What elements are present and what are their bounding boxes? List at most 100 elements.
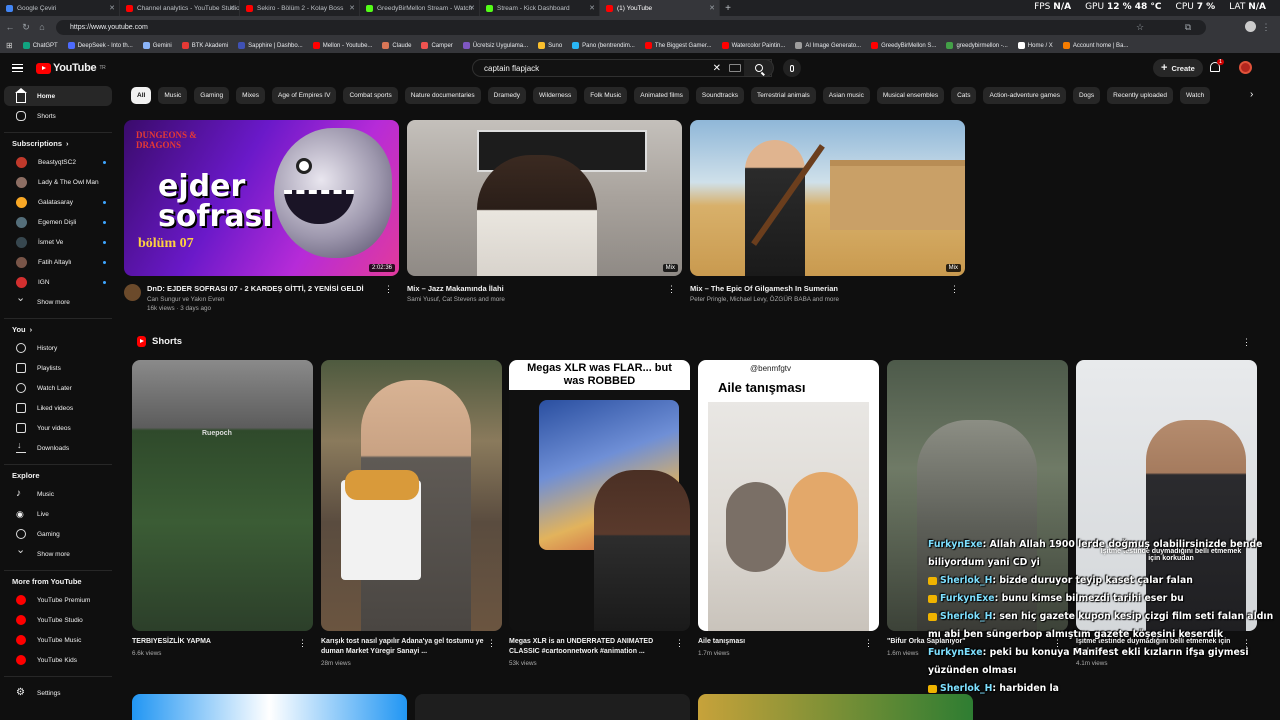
video-title[interactable]: Mix – The Epic Of Gilgamesh In Sumerian <box>690 284 839 294</box>
sidebar-item-youtube-studio[interactable]: YouTube Studio <box>4 610 112 630</box>
sidebar-item-youtube-kids[interactable]: YouTube Kids <box>4 650 112 670</box>
show-more-explore[interactable]: Show more <box>4 543 112 564</box>
sidebar-item-subscription[interactable]: Galatasaray <box>4 192 112 212</box>
short-thumbnail[interactable]: Ruepoch <box>132 360 313 631</box>
subscriptions-heading[interactable]: Subscriptions › <box>0 139 116 148</box>
chip[interactable]: Wilderness <box>533 87 578 104</box>
chip[interactable]: Gaming <box>194 87 230 104</box>
keyboard-icon[interactable] <box>729 64 741 72</box>
url-bar[interactable]: https://www.youtube.com <box>56 20 1206 35</box>
short-thumbnail[interactable] <box>321 360 502 631</box>
browser-tab[interactable]: GreedyBirMellon Stream - Watch ✕ <box>360 0 480 16</box>
bookmark-item[interactable]: AI Image Generato... <box>795 42 861 49</box>
browser-tab[interactable]: Stream - Kick Dashboard ✕ <box>480 0 600 16</box>
sidebar-item-home[interactable]: Home <box>4 86 112 106</box>
bookmark-item[interactable]: GreedyBirMellon S... <box>871 42 936 49</box>
short-card[interactable]: @benmfgtv Aile tanışması Aile tanışması … <box>698 360 879 657</box>
show-more-subscriptions[interactable]: Show more <box>4 291 112 312</box>
next-row-thumbnail[interactable] <box>415 694 690 720</box>
close-icon[interactable]: ✕ <box>229 4 235 12</box>
channel-name[interactable]: Can Sungur ve Yakın Evren <box>147 296 364 303</box>
browser-tab[interactable]: Channel analytics - YouTube Studio ✕ <box>120 0 240 16</box>
chip[interactable]: Soundtracks <box>695 87 745 104</box>
hamburger-menu-icon[interactable] <box>12 64 23 72</box>
more-vertical-icon[interactable]: ⋮ <box>384 284 393 295</box>
more-vertical-icon[interactable]: ⋮ <box>864 638 873 649</box>
sidebar-item-youtube-premium[interactable]: YouTube Premium <box>4 590 112 610</box>
reload-icon[interactable]: ↻ <box>18 22 34 33</box>
video-card[interactable]: Mix Mix – Jazz Makamında İlahi Sami Yusu… <box>407 120 682 303</box>
chip[interactable]: Action-adventure games <box>983 87 1066 104</box>
bookmark-item[interactable]: Account home | Ba... <box>1062 42 1128 49</box>
chip[interactable]: Music <box>158 87 188 104</box>
browser-tab[interactable]: Sekiro - Bölüm 2 - Kolay Boss ✕ <box>240 0 360 16</box>
chip[interactable]: Mixes <box>236 87 266 104</box>
sidebar-item-liked-videos[interactable]: Liked videos <box>4 398 112 418</box>
browser-tab-active[interactable]: (1) YouTube ✕ <box>600 0 720 16</box>
chip[interactable]: Dogs <box>1072 87 1101 104</box>
sidebar-item-subscription[interactable]: Egemen Dişli <box>4 212 112 232</box>
sidebar-item-settings[interactable]: ⚙ Settings <box>4 683 112 703</box>
chip-all[interactable]: All <box>131 87 152 104</box>
chip[interactable]: Watch <box>1180 87 1211 104</box>
sidebar-item-music[interactable]: ♪ Music <box>4 484 112 504</box>
bookmark-item[interactable]: BTK Akademi <box>181 42 228 49</box>
bookmark-item[interactable]: The Biggest Gamer... <box>644 42 712 49</box>
short-title[interactable]: Megas XLR is an UNDERRATED ANIMATED CLAS… <box>509 637 674 657</box>
sidebar-item-gaming[interactable]: Gaming <box>4 524 112 544</box>
star-icon[interactable]: ☆ <box>1132 22 1148 33</box>
more-vertical-icon[interactable]: ⋮ <box>1258 22 1274 33</box>
sidebar-item-live[interactable]: ◉ Live <box>4 504 112 524</box>
sidebar-item-playlists[interactable]: Playlists <box>4 358 112 378</box>
sidebar-item-watch-later[interactable]: Watch Later <box>4 378 112 398</box>
more-vertical-icon[interactable]: ⋮ <box>298 638 307 649</box>
video-title[interactable]: DnD: EJDER SOFRASI 07 - 2 KARDEŞ GİTTİ, … <box>147 284 364 294</box>
sidebar-item-shorts[interactable]: Shorts <box>4 106 112 126</box>
short-title[interactable]: Karışık tost nasıl yapılır Adana'ya gel … <box>321 637 486 657</box>
bookmark-item[interactable]: Sapphire | Dashbo... <box>238 42 303 49</box>
more-vertical-icon[interactable]: ⋮ <box>675 638 684 649</box>
chip[interactable]: Asian music <box>822 87 870 104</box>
chip[interactable]: Age of Empires IV <box>272 87 337 104</box>
bookmark-item[interactable]: Gemini <box>142 42 172 49</box>
clear-search-icon[interactable]: ✕ <box>713 63 721 74</box>
video-thumbnail[interactable]: Mix <box>690 120 965 276</box>
close-icon[interactable]: ✕ <box>109 4 115 12</box>
new-tab-button[interactable]: + <box>720 3 736 14</box>
profile-avatar[interactable] <box>1245 21 1256 32</box>
sidebar-item-subscription[interactable]: Lady & The Owl Man <box>4 172 112 192</box>
search-button[interactable] <box>744 59 774 77</box>
bookmark-item[interactable]: Camper <box>421 42 453 49</box>
bookmark-item[interactable]: Watercolor Paintin... <box>721 42 785 49</box>
close-icon[interactable]: ✕ <box>589 4 595 12</box>
sidebar-item-youtube-music[interactable]: YouTube Music <box>4 630 112 650</box>
sidebar-item-history[interactable]: History <box>4 338 112 358</box>
video-card[interactable]: Mix Mix – The Epic Of Gilgamesh In Sumer… <box>690 120 965 303</box>
short-thumbnail[interactable]: @benmfgtv Aile tanışması <box>698 360 879 631</box>
chip[interactable]: Musical ensembles <box>876 87 945 104</box>
bookmark-item[interactable]: Claude <box>382 42 411 49</box>
short-card[interactable]: Megas XLR was FLAR... but was ROBBED Meg… <box>509 360 690 667</box>
extensions-icon[interactable]: ⧉ <box>1180 22 1196 33</box>
short-title[interactable]: TERBIYESİZLİK YAPMA <box>132 637 297 647</box>
short-card[interactable]: Karışık tost nasıl yapılır Adana'ya gel … <box>321 360 502 667</box>
home-icon[interactable]: ⌂ <box>34 22 50 32</box>
close-icon[interactable]: ✕ <box>709 4 715 12</box>
sidebar-item-your-videos[interactable]: Your videos <box>4 418 112 438</box>
search-input[interactable]: captain flapjack ✕ <box>472 59 772 77</box>
more-vertical-icon[interactable]: ⋮ <box>1242 337 1251 348</box>
video-title[interactable]: Mix – Jazz Makamında İlahi <box>407 284 505 294</box>
short-thumbnail[interactable]: Megas XLR was FLAR... but was ROBBED <box>509 360 690 631</box>
sidebar-item-subscription[interactable]: Fatih Altaylı <box>4 252 112 272</box>
bookmark-item[interactable]: greedybirmellon -... <box>946 42 1008 49</box>
chip[interactable]: Dramedy <box>487 87 527 104</box>
channel-avatar[interactable] <box>124 284 141 301</box>
video-card[interactable]: DUNGEONS & DRAGONS ejder sofrası bölüm 0… <box>124 120 399 312</box>
you-heading[interactable]: You › <box>0 325 116 334</box>
short-card[interactable]: Ruepoch TERBIYESİZLİK YAPMA 6.6k views ⋮ <box>132 360 313 657</box>
bookmark-item[interactable]: ChatGPT <box>22 42 58 49</box>
close-icon[interactable]: ✕ <box>469 4 475 12</box>
bookmark-item[interactable]: Ücretsiz Uygulama... <box>462 42 528 49</box>
voice-search-button[interactable] <box>783 59 801 77</box>
sidebar-item-subscription[interactable]: İsmet Ve <box>4 232 112 252</box>
